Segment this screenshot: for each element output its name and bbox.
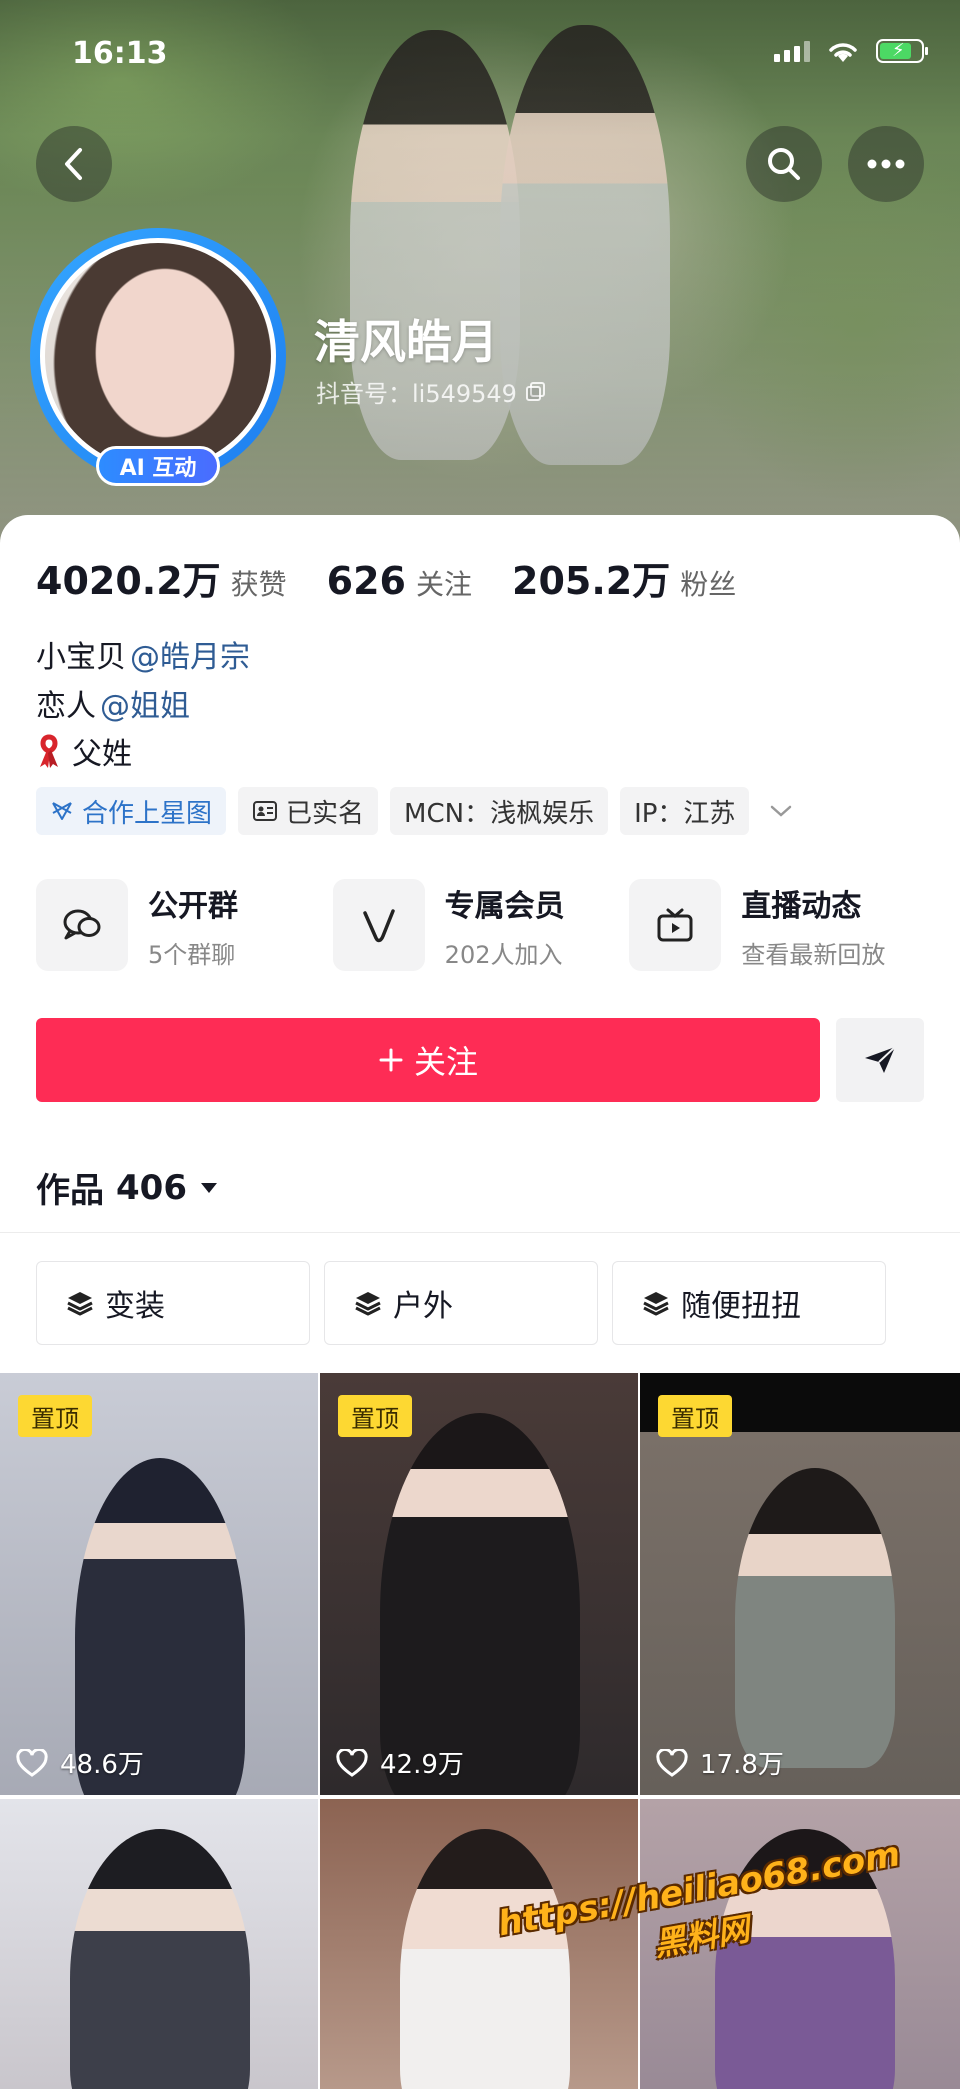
pinned-badge: 置顶 <box>338 1395 412 1437</box>
video-thumbnail[interactable]: 置顶 17.8万 <box>640 1373 960 1795</box>
avatar <box>40 238 276 474</box>
search-icon <box>768 148 800 180</box>
heart-outline-icon <box>656 1748 688 1777</box>
video-thumbnail[interactable]: 置顶 42.9万 <box>320 1373 640 1795</box>
tag-verified[interactable]: 已实名 <box>238 787 379 835</box>
star-map-icon <box>52 802 72 820</box>
douyin-id-text: 抖音号：li549549 <box>316 380 517 408</box>
more-dots-icon <box>867 159 905 169</box>
service-member[interactable]: 专属会员 202人加入 <box>332 879 630 971</box>
ai-interact-badge[interactable]: AI 互动 <box>96 446 220 486</box>
layers-icon <box>643 1292 669 1316</box>
chat-bubbles-icon <box>63 909 101 940</box>
stat-followers[interactable]: 205.2万 粉丝 <box>512 550 736 605</box>
layers-icon <box>67 1292 93 1316</box>
services-row: 公开群 5个群聊 专属会员 202人加入 直播动态 查看最新回放 <box>36 879 926 971</box>
tag-star-map[interactable]: 合作上星图 <box>36 787 227 835</box>
collections-row: 变装 户外 随便扭扭 <box>36 1261 886 1345</box>
video-likes: 17.8万 <box>656 1744 784 1781</box>
more-options-button[interactable] <box>848 126 924 202</box>
plus-icon <box>379 1048 403 1072</box>
collection-outdoor[interactable]: 户外 <box>324 1261 598 1345</box>
chevron-down-icon <box>771 805 792 817</box>
member-v-icon <box>362 909 395 943</box>
video-thumbnail[interactable] <box>0 1799 320 2089</box>
bio-line-2: 恋人 @姐姐 <box>36 681 190 725</box>
back-button[interactable] <box>36 126 112 202</box>
profile-header-background: 16:13 ⚡ AI 互动 清风皓月 抖音号：li549549 <box>0 0 960 545</box>
heart-outline-icon <box>16 1748 48 1777</box>
layers-icon <box>355 1292 381 1316</box>
search-button[interactable] <box>746 126 822 202</box>
bio-line-1: 小宝贝 @皓月宗 <box>36 632 250 676</box>
battery-charging-icon: ⚡ <box>876 39 928 63</box>
paper-plane-icon <box>865 1046 896 1073</box>
pinned-badge: 置顶 <box>18 1395 92 1437</box>
caret-down-icon <box>200 1182 217 1193</box>
signal-icon <box>774 40 810 62</box>
status-bar-icons: ⚡ <box>774 38 928 64</box>
video-likes: 48.6万 <box>16 1744 144 1781</box>
video-grid: 置顶 48.6万 置顶 42.9万 置顶 17.8万 <box>0 1373 960 2089</box>
tv-icon <box>657 908 693 942</box>
video-thumbnail[interactable]: 置顶 48.6万 <box>0 1373 320 1795</box>
ribbon-icon <box>40 734 58 768</box>
id-card-icon <box>253 801 278 821</box>
tag-ip[interactable]: IP：江苏 <box>620 787 750 835</box>
service-live[interactable]: 直播动态 查看最新回放 <box>629 879 926 971</box>
tags-row: 合作上星图 已实名 MCN：浅枫娱乐 IP：江苏 <box>36 787 801 835</box>
stat-likes[interactable]: 4020.2万 获赞 <box>36 550 287 605</box>
works-tab[interactable]: 作品 406 <box>36 1163 219 1212</box>
pinned-badge: 置顶 <box>658 1395 732 1437</box>
status-bar-time: 16:13 <box>72 36 168 71</box>
video-likes: 42.9万 <box>336 1744 464 1781</box>
send-message-button[interactable] <box>836 1018 924 1102</box>
bio-line-3: 父姓 <box>36 729 132 773</box>
douyin-id[interactable]: 抖音号：li549549 <box>316 374 547 409</box>
heart-outline-icon <box>336 1748 368 1777</box>
stats-row: 4020.2万 获赞 626 关注 205.2万 粉丝 <box>36 550 776 605</box>
profile-name: 清风皓月 <box>314 315 498 369</box>
wifi-icon <box>829 43 857 62</box>
expand-tags-button[interactable] <box>761 787 801 835</box>
mention-link-1[interactable]: @皓月宗 <box>130 632 250 676</box>
tag-mcn[interactable]: MCN：浅枫娱乐 <box>390 787 609 835</box>
collection-dance[interactable]: 随便扭扭 <box>612 1261 886 1345</box>
divider <box>0 1232 960 1233</box>
service-public-group[interactable]: 公开群 5个群聊 <box>36 879 333 971</box>
follow-button[interactable]: 关注 <box>36 1018 820 1102</box>
stat-following[interactable]: 626 关注 <box>327 559 472 603</box>
collection-costume[interactable]: 变装 <box>36 1261 310 1345</box>
mention-link-2[interactable]: @姐姐 <box>100 681 190 725</box>
chevron-left-icon <box>65 148 82 180</box>
copy-icon[interactable] <box>525 381 547 403</box>
